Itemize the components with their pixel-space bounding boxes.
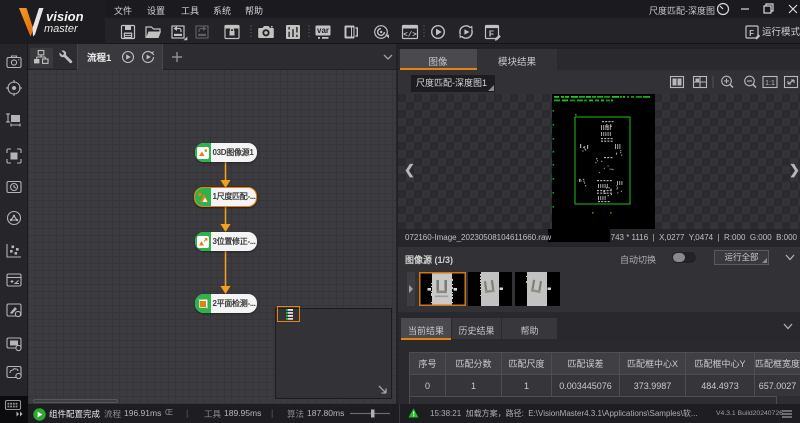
svg-text:F: F — [749, 29, 754, 38]
svg-text:</>: </> — [403, 32, 417, 40]
svg-text:1:1: 1:1 — [765, 80, 775, 87]
svg-text:var: var — [317, 26, 329, 35]
svg-text:流程1: 流程1 — [87, 52, 112, 64]
svg-text:vision: vision — [46, 9, 84, 24]
svg-text:master: master — [44, 23, 79, 35]
svg-text:F: F — [489, 29, 494, 39]
svg-text:运行模式: 运行模式 — [762, 26, 800, 38]
